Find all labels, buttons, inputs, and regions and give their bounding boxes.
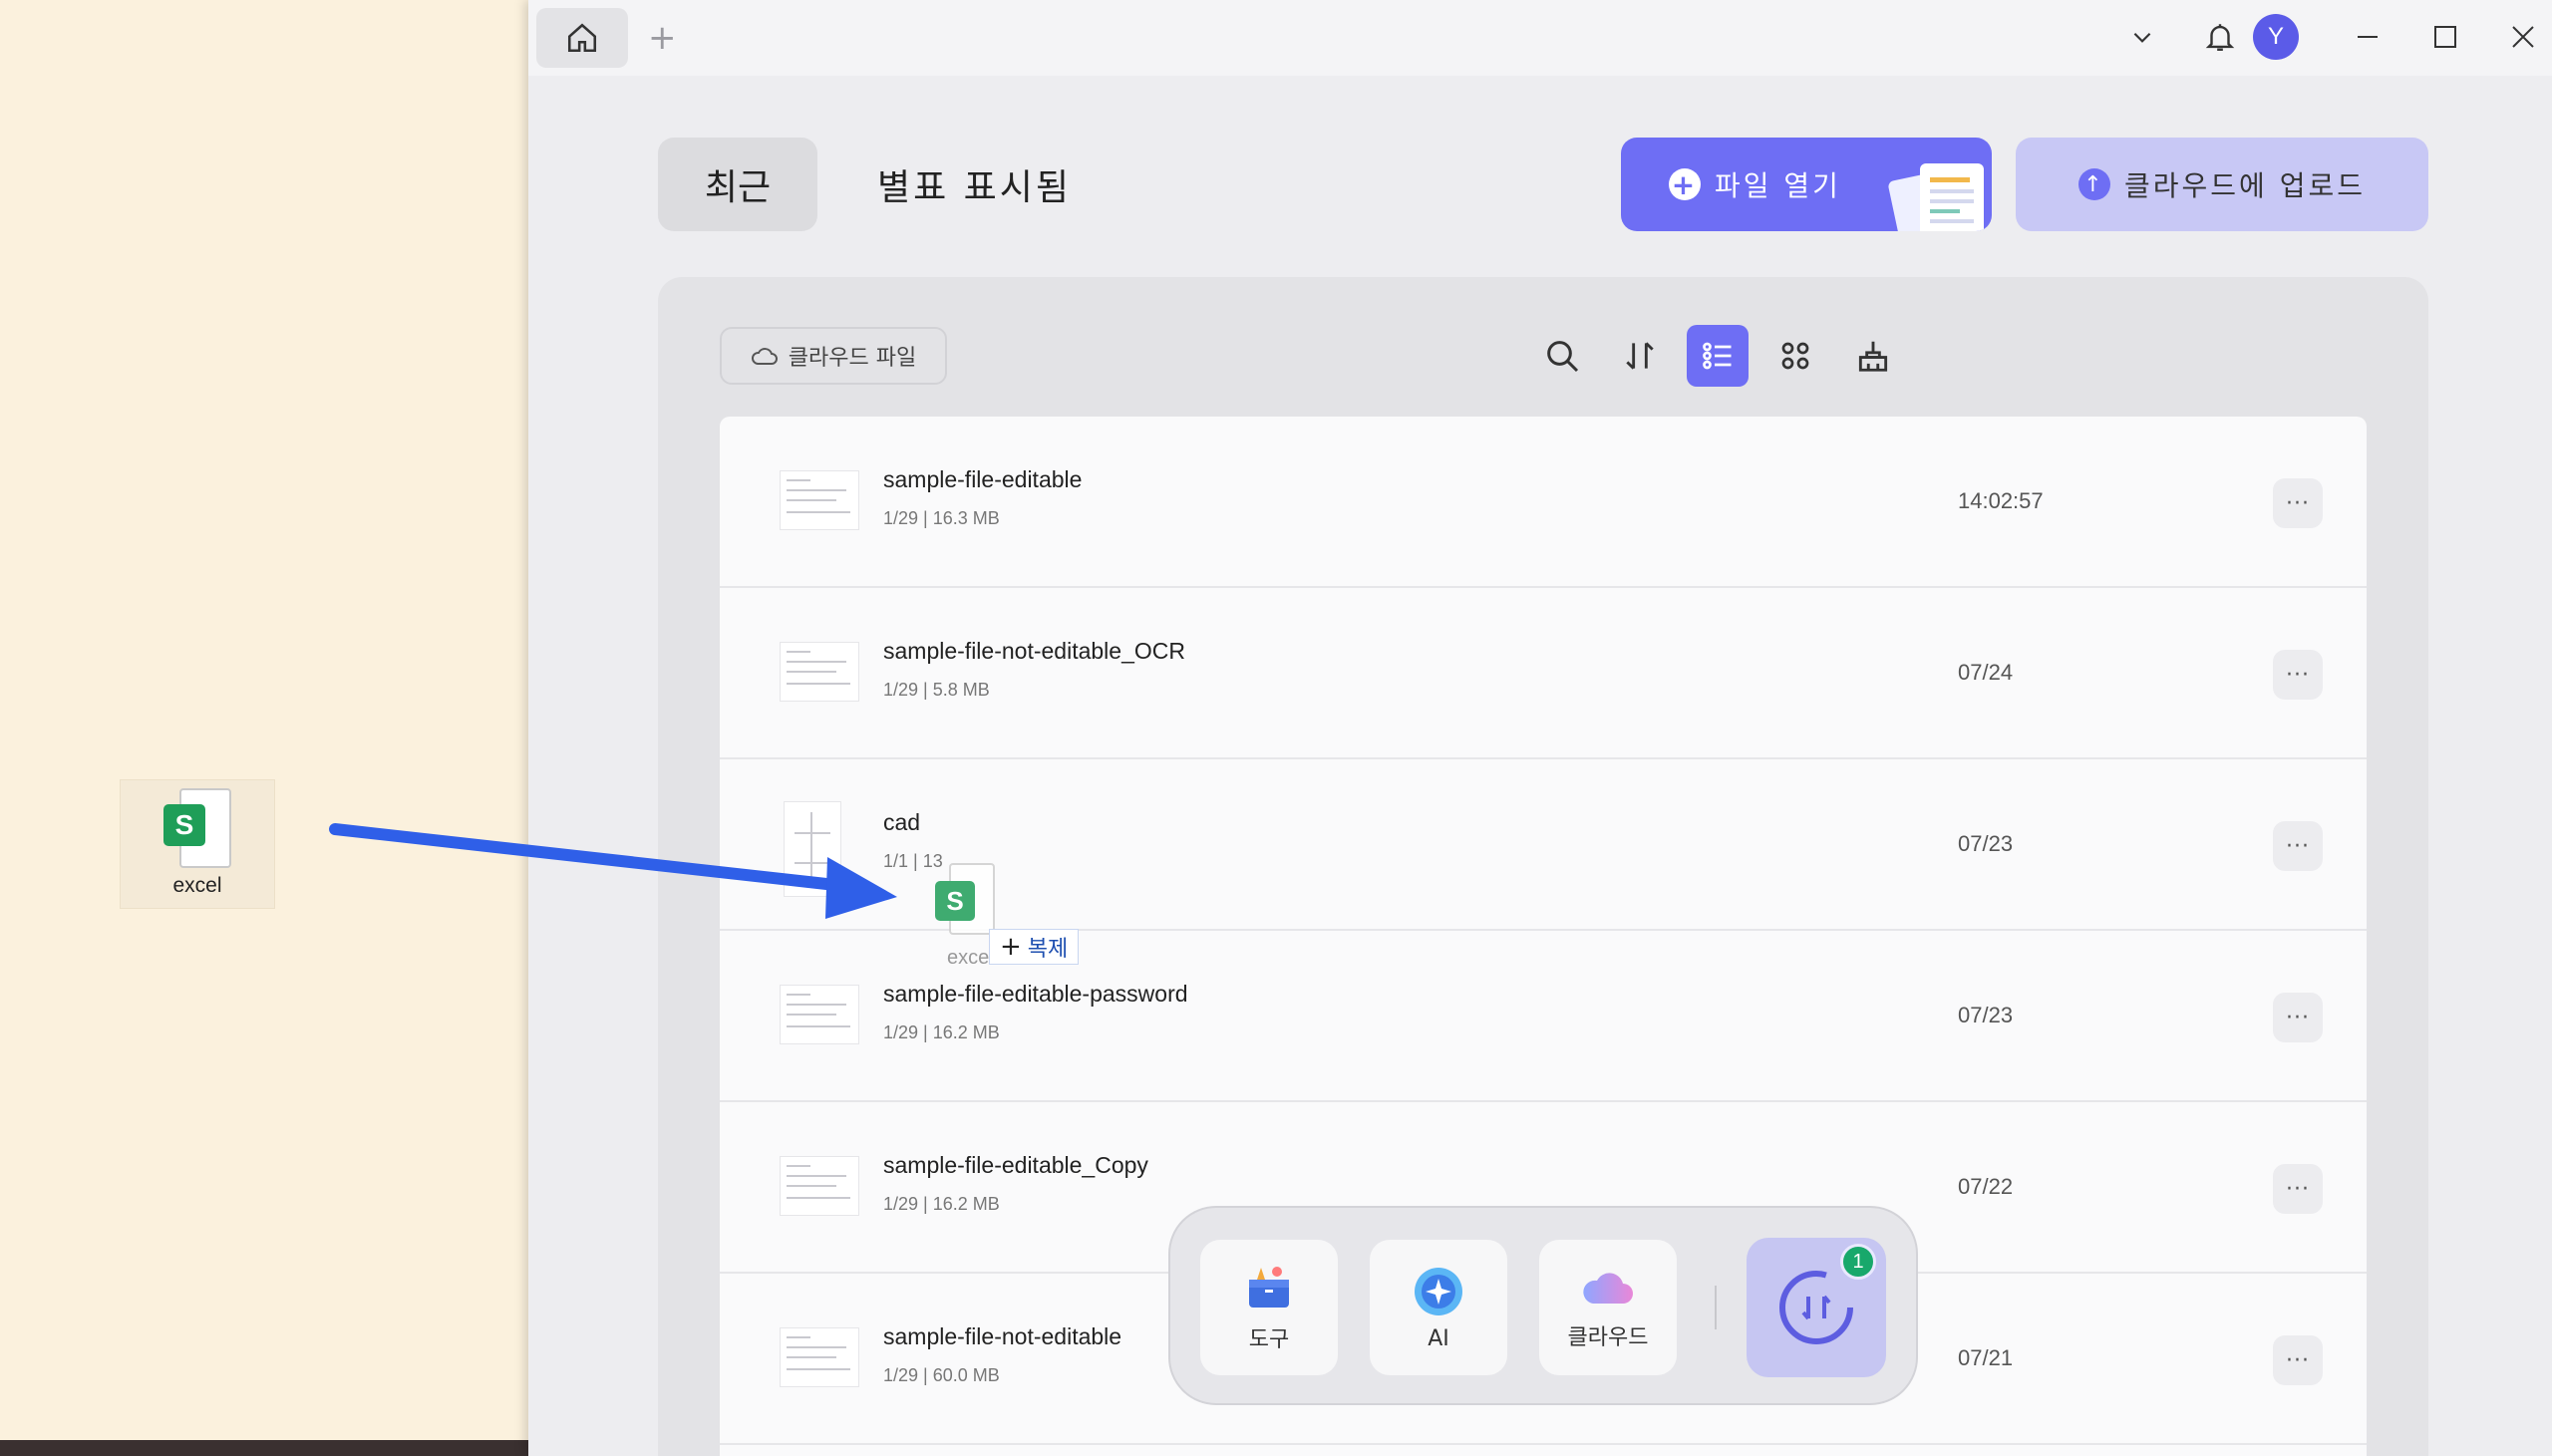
desktop xyxy=(0,0,528,1456)
copy-drop-tooltip: + 복제 xyxy=(989,929,1080,965)
dock-convert-button[interactable]: 1 xyxy=(1747,1238,1886,1377)
floating-dock: 도구 AI 클라우드 1 xyxy=(1168,1206,1918,1405)
more-options-button[interactable]: ··· xyxy=(2273,478,2323,528)
file-date: 07/21 xyxy=(1958,1345,2014,1370)
home-tab[interactable] xyxy=(536,8,628,68)
file-date: 07/23 xyxy=(1958,1003,2014,1027)
tab-recent[interactable]: 최근 xyxy=(658,138,817,231)
dock-tools-button[interactable]: 도구 xyxy=(1200,1240,1338,1375)
upload-to-cloud-button[interactable]: ↑ 클라우드에 업로드 xyxy=(2016,138,2428,231)
cloud-files-button[interactable]: 클라우드 파일 xyxy=(720,327,947,385)
documents-illustration xyxy=(1888,163,1984,231)
app-window: + Y 최근 별표 표시됨 + 파일 열기 ↑ 클라우드에 업로드 클라우드 파… xyxy=(528,0,2552,1456)
file-thumbnail xyxy=(780,470,859,530)
file-meta: 1/29 | 16.2 MB xyxy=(883,1022,1000,1042)
open-file-button[interactable]: + 파일 열기 xyxy=(1621,138,1992,231)
file-date: 07/22 xyxy=(1958,1174,2014,1199)
more-options-button[interactable]: ··· xyxy=(2273,993,2323,1042)
new-tab-button[interactable]: + xyxy=(648,18,677,58)
file-thumbnail xyxy=(780,985,859,1044)
chevron-down-icon[interactable] xyxy=(2119,14,2165,60)
tab-starred[interactable]: 별표 표시됨 xyxy=(877,138,1072,231)
file-thumbnail xyxy=(780,1327,859,1387)
desktop-excel-file[interactable]: S excel xyxy=(120,779,275,909)
upload-icon: ↑ xyxy=(2078,168,2110,200)
file-name: sample-file-editable xyxy=(883,466,1083,492)
more-options-button[interactable]: ··· xyxy=(2273,1164,2323,1214)
ai-icon xyxy=(1415,1267,1462,1315)
file-thumbnail xyxy=(780,1156,859,1216)
more-options-button[interactable]: ··· xyxy=(2273,821,2323,871)
plus-circle-icon: + xyxy=(1669,168,1701,201)
desktop-file-label: excel xyxy=(172,874,222,897)
taskbar-edge xyxy=(0,1440,528,1456)
home-icon xyxy=(567,23,597,53)
grid-view-icon[interactable] xyxy=(1764,325,1826,387)
file-meta: 1/29 | 16.2 MB xyxy=(883,1194,1000,1214)
cloud-icon xyxy=(751,348,778,365)
toolbox-icon xyxy=(1249,1267,1289,1308)
excel-file-icon: S xyxy=(161,788,233,872)
file-meta: 1/29 | 60.0 MB xyxy=(883,1365,1000,1385)
avatar[interactable]: Y xyxy=(2253,14,2299,60)
list-item[interactable]: sample-file-not-editable_OCR 1/29 | 5.8 … xyxy=(720,588,2367,759)
search-icon[interactable] xyxy=(1531,325,1593,387)
file-date: 14:02:57 xyxy=(1958,488,2044,513)
file-meta: 1/29 | 5.8 MB xyxy=(883,680,990,700)
file-meta: 1/29 | 16.3 MB xyxy=(883,508,1000,528)
file-thumbnail xyxy=(784,801,841,897)
dock-divider xyxy=(1715,1286,1717,1329)
list-item[interactable]: sample-file-editable 1/29 | 16.3 MB 14:0… xyxy=(720,417,2367,588)
close-icon[interactable] xyxy=(2500,14,2546,60)
maximize-icon[interactable] xyxy=(2422,14,2468,60)
clear-icon[interactable] xyxy=(1842,325,1904,387)
dock-ai-button[interactable]: AI xyxy=(1370,1240,1507,1375)
file-name: sample-file-not-editable xyxy=(883,1323,1122,1349)
file-name: sample-file-editable_Copy xyxy=(883,1152,1148,1178)
title-bar: + Y xyxy=(528,0,2552,76)
file-thumbnail xyxy=(780,642,859,702)
bell-icon[interactable] xyxy=(2197,14,2243,60)
file-name: sample-file-not-editable_OCR xyxy=(883,638,1185,664)
file-name: cad xyxy=(883,809,921,835)
file-date: 07/24 xyxy=(1958,660,2014,685)
cloud-icon xyxy=(1583,1273,1633,1304)
minimize-icon[interactable] xyxy=(2345,14,2391,60)
more-options-button[interactable]: ··· xyxy=(2273,650,2323,700)
notification-badge: 1 xyxy=(1840,1244,1876,1280)
list-view-icon[interactable] xyxy=(1687,325,1749,387)
file-date: 07/23 xyxy=(1958,831,2014,856)
dock-cloud-button[interactable]: 클라우드 xyxy=(1539,1240,1677,1375)
convert-icon xyxy=(1779,1271,1853,1344)
more-options-button[interactable]: ··· xyxy=(2273,1335,2323,1385)
file-name: sample-file-editable-password xyxy=(883,981,1188,1007)
sort-icon[interactable] xyxy=(1609,325,1671,387)
